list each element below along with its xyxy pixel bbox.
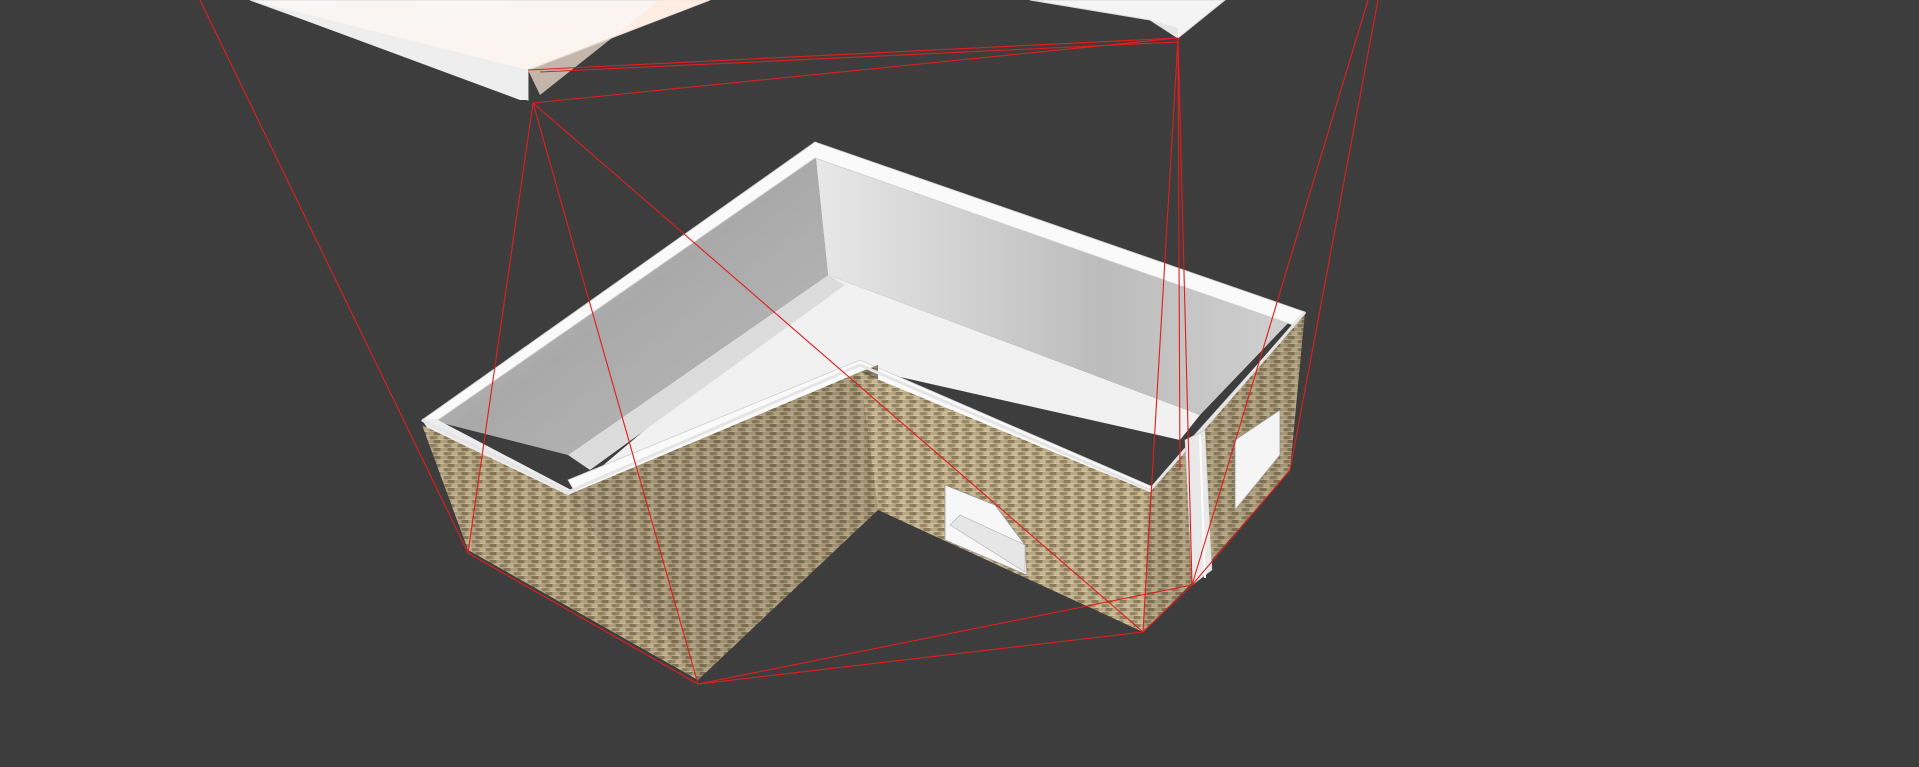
3d-viewport[interactable] (0, 0, 1919, 767)
roof-section-left[interactable] (249, 0, 711, 101)
roof-section-right[interactable] (1029, 0, 1226, 39)
scene-canvas[interactable] (0, 0, 1919, 767)
